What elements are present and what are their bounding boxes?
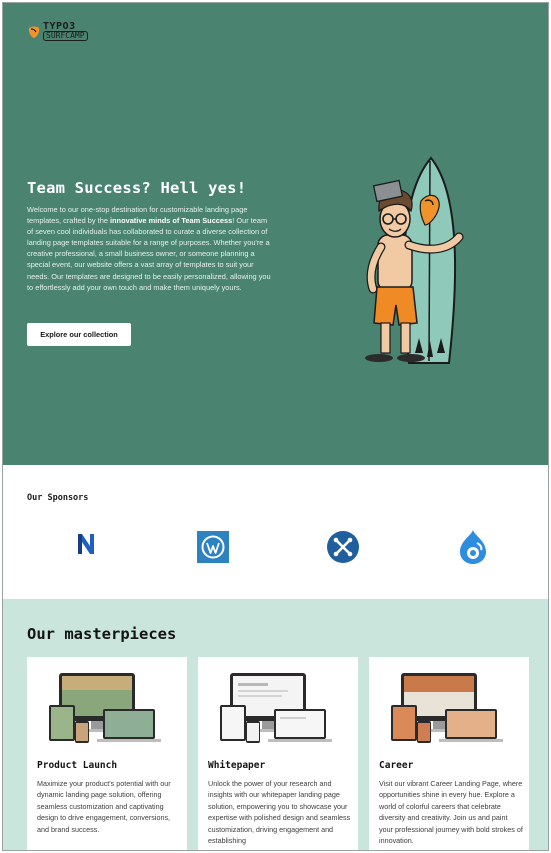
sponsors-title: Our Sponsors — [27, 493, 89, 503]
card-title: Product Launch — [37, 760, 118, 771]
card-description: Maximize your product's potential with o… — [37, 779, 171, 834]
card-description: Unlock the power of your research and in… — [208, 779, 351, 846]
masterpieces-title: Our masterpieces — [27, 625, 177, 643]
site-logo[interactable]: TYPO3 SURFCAMP — [27, 21, 88, 41]
devices-mockup-image — [220, 673, 332, 743]
drupal-logo-icon[interactable] — [457, 529, 489, 565]
card-career[interactable]: Career Visit our vibrant Career Landing … — [369, 657, 529, 850]
masterpieces-section: Our masterpieces Product Launch Maximize… — [3, 599, 548, 850]
surfer-with-surfboard-illustration — [365, 156, 464, 364]
wordpress-logo-icon[interactable] — [197, 531, 229, 563]
card-title: Career — [379, 760, 414, 771]
hero-description: Welcome to our one-stop destination for … — [27, 205, 271, 292]
logo-line-1: TYPO3 — [43, 21, 76, 32]
page-frame: TYPO3 SURFCAMP Team Success? Hell yes! W… — [2, 2, 549, 851]
sponsors-section: Our Sponsors — [3, 465, 548, 599]
hero-section: TYPO3 SURFCAMP Team Success? Hell yes! W… — [3, 3, 548, 465]
hero-description-highlight: innovative minds of Team Success — [109, 216, 233, 226]
card-product-launch[interactable]: Product Launch Maximize your product's p… — [27, 657, 187, 850]
card-title: Whitepaper — [208, 760, 266, 771]
explore-collection-button[interactable]: Explore our collection — [27, 323, 131, 346]
card-whitepaper[interactable]: Whitepaper Unlock the power of your rese… — [198, 657, 358, 850]
logo-line-2: SURFCAMP — [43, 31, 88, 41]
devices-mockup-image — [49, 673, 161, 743]
joomla-logo-icon[interactable] — [327, 531, 359, 563]
neos-logo-icon[interactable] — [73, 531, 99, 557]
hero-title: Team Success? Hell yes! — [27, 179, 247, 197]
devices-mockup-image — [391, 673, 503, 743]
card-description: Visit our vibrant Career Landing Page, w… — [379, 779, 523, 846]
typo3-swoosh-icon — [28, 26, 40, 38]
